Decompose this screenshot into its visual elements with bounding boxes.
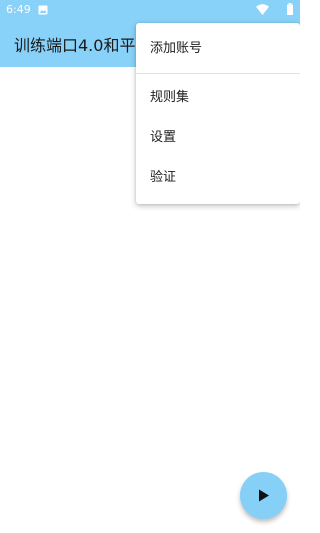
play-icon <box>259 489 269 502</box>
menu-item-settings[interactable]: 设置 <box>136 118 300 158</box>
menu-divider <box>136 73 300 74</box>
app-screen: 6:49 训练端口4.0和平 添加账号 规则集 设置 验证 <box>0 0 300 533</box>
wifi-icon <box>256 4 269 15</box>
image-icon <box>38 5 48 15</box>
menu-item-rulesets[interactable]: 规则集 <box>136 78 300 118</box>
overflow-menu: 添加账号 规则集 设置 验证 <box>136 23 300 204</box>
battery-icon <box>287 3 293 15</box>
menu-item-verify[interactable]: 验证 <box>136 158 300 198</box>
status-bar: 6:49 <box>0 0 300 20</box>
menu-item-add-account[interactable]: 添加账号 <box>136 29 300 69</box>
status-time: 6:49 <box>6 3 31 16</box>
play-button[interactable] <box>240 472 287 519</box>
page-title: 训练端口4.0和平 <box>14 36 136 55</box>
